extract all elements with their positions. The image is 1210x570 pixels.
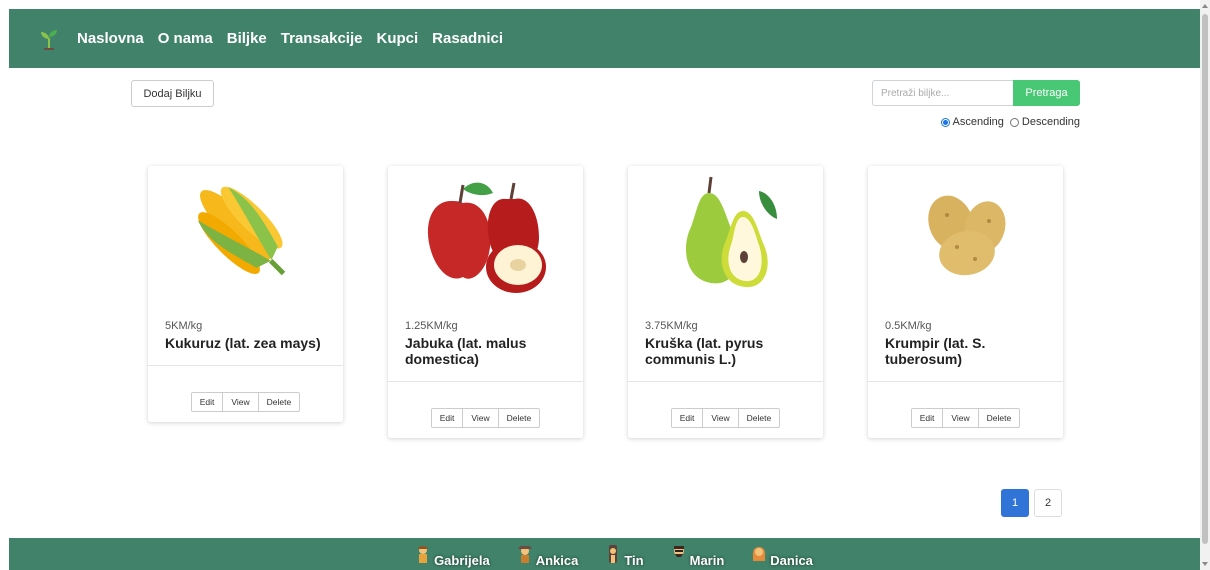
plant-price: 3.75KM/kg [645, 320, 698, 332]
plant-card: 0.5KM/kg Krumpir (lat. S. tuberosum) Edi… [868, 166, 1063, 438]
view-button[interactable]: View [223, 392, 259, 412]
author-gabrijela: Gabrijela [416, 545, 490, 568]
nav-link-rasadnici[interactable]: Rasadnici [432, 30, 503, 47]
author-name: Tin [624, 553, 644, 568]
plant-price: 0.5KM/kg [885, 320, 932, 332]
sort-descending-option[interactable]: Descending [1009, 116, 1080, 128]
avatar [673, 546, 684, 557]
page-2-button[interactable]: 2 [1034, 489, 1062, 517]
card-actions: Edit View Delete [910, 408, 1021, 428]
plant-name: Kukuruz (lat. zea mays) [165, 335, 321, 351]
view-button[interactable]: View [943, 408, 979, 428]
delete-button[interactable]: Delete [498, 408, 541, 428]
search-input[interactable] [872, 80, 1014, 106]
author-tin: Tin [606, 545, 644, 568]
author-ankica: Ankica [517, 545, 578, 568]
sort-ascending-label: Ascending [952, 116, 1004, 128]
nav-link-biljke[interactable]: Biljke [227, 30, 267, 47]
pagination: 1 2 [1001, 489, 1067, 517]
nav-link-transakcije[interactable]: Transakcije [281, 30, 363, 47]
plant-card: 5KM/kg Kukuruz (lat. zea mays) Edit View… [148, 166, 343, 422]
scroll-thumb[interactable] [1202, 14, 1208, 544]
avatar [517, 546, 532, 563]
footer: Gabrijela Ankica Tin Marin Danica [9, 538, 1200, 570]
author-name: Danica [770, 553, 813, 568]
nav-link-o-nama[interactable]: O nama [158, 30, 213, 47]
plant-card: 1.25KM/kg Jabuka (lat. malus domestica) … [388, 166, 583, 438]
edit-button[interactable]: Edit [190, 392, 224, 412]
edit-button[interactable]: Edit [430, 408, 464, 428]
author-marin: Marin [672, 545, 724, 568]
plant-name: Jabuka (lat. malus domestica) [405, 335, 527, 367]
author-name: Ankica [535, 553, 579, 568]
scroll-down-arrow-icon[interactable] [1202, 562, 1208, 566]
plant-name: Krumpir (lat. S. tuberosum) [885, 335, 986, 367]
scroll-up-arrow-icon[interactable] [1202, 4, 1208, 8]
avatar [418, 546, 429, 563]
author-name: Gabrijela [434, 553, 490, 568]
sort-ascending-option[interactable]: Ascending [940, 116, 1004, 128]
delete-button[interactable]: Delete [978, 408, 1021, 428]
card-actions: Edit View Delete [190, 392, 301, 412]
view-button[interactable]: View [703, 408, 739, 428]
potato-image [868, 166, 1063, 306]
add-plant-button[interactable]: Dodaj Biljku [131, 80, 214, 107]
sprout-icon[interactable] [37, 27, 61, 51]
avatar [753, 547, 766, 561]
edit-button[interactable]: Edit [670, 408, 704, 428]
nav-link-kupci[interactable]: Kupci [377, 30, 419, 47]
sort-descending-label: Descending [1021, 116, 1080, 128]
search-button[interactable]: Pretraga [1013, 80, 1080, 106]
plant-price: 5KM/kg [165, 320, 203, 332]
scrollbar[interactable] [1200, 0, 1210, 570]
apple-image [388, 166, 583, 306]
page-1-button[interactable]: 1 [1001, 489, 1029, 517]
navbar: Naslovna O nama Biljke Transakcije Kupci… [9, 9, 1200, 68]
sort-ascending-radio[interactable] [940, 117, 950, 127]
view-button[interactable]: View [463, 408, 499, 428]
author-danica: Danica [752, 545, 813, 568]
edit-button[interactable]: Edit [910, 408, 944, 428]
card-actions: Edit View Delete [430, 408, 541, 428]
plant-name: Kruška (lat. pyrus communis L.) [645, 335, 764, 367]
sort-options: Ascending Descending [935, 116, 1080, 128]
pear-image [628, 166, 823, 306]
plant-price: 1.25KM/kg [405, 320, 458, 332]
corn-image [148, 166, 343, 306]
nav-link-naslovna[interactable]: Naslovna [77, 30, 144, 47]
card-actions: Edit View Delete [670, 408, 781, 428]
avatar [609, 545, 618, 563]
author-name: Marin [689, 553, 725, 568]
delete-button[interactable]: Delete [258, 392, 301, 412]
sort-descending-radio[interactable] [1009, 117, 1019, 127]
delete-button[interactable]: Delete [738, 408, 781, 428]
plant-card: 3.75KM/kg Kruška (lat. pyrus communis L.… [628, 166, 823, 438]
